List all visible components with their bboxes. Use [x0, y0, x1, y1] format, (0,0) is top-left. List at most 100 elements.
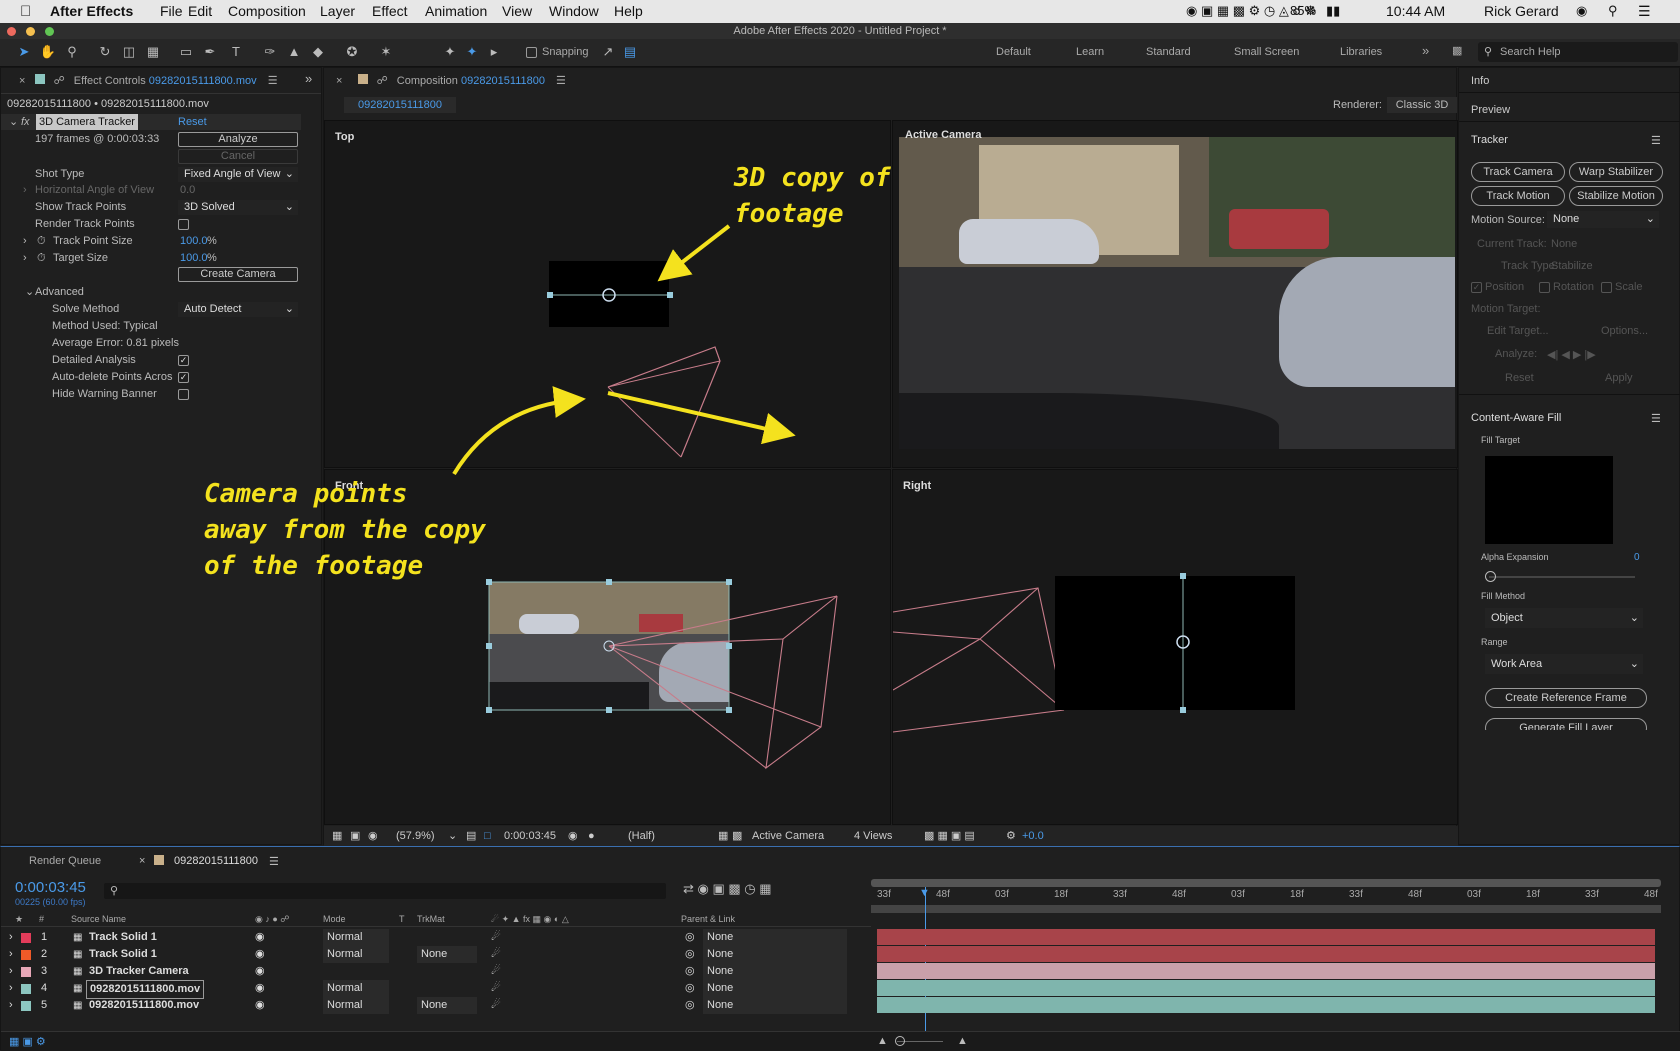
- layer-parent-select[interactable]: None: [703, 980, 847, 997]
- grid-icon[interactable]: ▤: [466, 826, 476, 846]
- axis-world-icon[interactable]: ✦: [462, 42, 482, 62]
- effect-controls-file[interactable]: 09282015111800.mov: [149, 75, 257, 87]
- show-track-points-select[interactable]: 3D Solved ⌄: [178, 200, 298, 215]
- reset-link[interactable]: Reset: [178, 114, 207, 130]
- solve-method-select[interactable]: Auto Detect ⌄: [178, 302, 298, 317]
- layer-trkmat-select[interactable]: None: [417, 946, 477, 963]
- workspace-learn[interactable]: Learn: [1076, 46, 1104, 58]
- layer-duration-bar[interactable]: [877, 997, 1655, 1013]
- active-camera-view[interactable]: Active Camera: [892, 120, 1458, 468]
- timeline-timecode[interactable]: 0:00:03:45: [15, 879, 86, 896]
- eye-icon[interactable]: ◉: [255, 929, 265, 946]
- reset-exposure-icon[interactable]: ⚙: [1006, 826, 1016, 846]
- create-camera-button[interactable]: Create Camera: [178, 267, 298, 282]
- battery-icon[interactable]: ▮▮: [1326, 3, 1340, 19]
- position-checkbox[interactable]: ✓: [1471, 282, 1482, 293]
- layer-parent-select[interactable]: None: [703, 963, 847, 980]
- layer-row[interactable]: › 1 ▦ Track Solid 1 ◉ Normal ☄ ◎ None: [1, 929, 871, 946]
- current-time[interactable]: 0:00:03:45: [504, 826, 556, 846]
- expand-layer-icon[interactable]: ›: [9, 980, 13, 997]
- track-motion-button[interactable]: Track Motion: [1471, 186, 1565, 206]
- workspace-libraries[interactable]: Libraries: [1340, 46, 1382, 58]
- layer-label-color[interactable]: [21, 933, 31, 943]
- shy-icon[interactable]: ☄: [491, 980, 501, 997]
- close-tab-icon[interactable]: ×: [139, 855, 145, 867]
- shy-icon[interactable]: ☄: [491, 997, 501, 1014]
- panel-menu-icon[interactable]: ☰: [269, 855, 279, 868]
- scale-checkbox[interactable]: [1601, 282, 1612, 293]
- eraser-tool-icon[interactable]: ◆: [308, 42, 328, 62]
- layer-duration-bar[interactable]: [877, 980, 1655, 996]
- timeline-search-input[interactable]: ⚲: [104, 883, 666, 899]
- pickwhip-icon[interactable]: ◎: [685, 929, 695, 946]
- toggle-views-icon[interactable]: ▩ ▦ ▣ ▤: [924, 826, 975, 846]
- layer-parent-select[interactable]: None: [703, 997, 847, 1014]
- timeline-switches-icons[interactable]: ⇄ ◉ ▣ ▩ ◷ ▦: [683, 881, 772, 897]
- target-size-value[interactable]: 100.0: [180, 250, 208, 266]
- clock[interactable]: 10:44 AM: [1386, 3, 1445, 19]
- pickwhip-icon[interactable]: ◎: [685, 997, 695, 1014]
- layer-parent-select[interactable]: None: [703, 946, 847, 963]
- layer-row[interactable]: › 2 ▦ Track Solid 1 ◉ Normal None ☄ ◎ None: [1, 946, 871, 963]
- panel-menu-icon[interactable]: ☰: [268, 75, 278, 87]
- user-icon[interactable]: ◉: [1576, 3, 1587, 19]
- close-window-icon[interactable]: [7, 27, 16, 36]
- layer-name[interactable]: Track Solid 1: [89, 929, 157, 946]
- stopwatch-icon[interactable]: ⏱: [37, 250, 46, 266]
- snapping-checkbox[interactable]: [526, 47, 537, 58]
- monitor-icon[interactable]: ▣: [350, 826, 360, 846]
- layer-name[interactable]: 09282015111800.mov: [89, 997, 199, 1014]
- menu-window[interactable]: Window: [549, 3, 599, 19]
- transparency-grid-icon[interactable]: ▦: [718, 826, 728, 846]
- panel-menu-icon[interactable]: ☰: [1651, 412, 1661, 425]
- comp-subtab[interactable]: 09282015111800: [344, 97, 456, 113]
- av-switches-header-icons[interactable]: ◉ ♪ ● ☍: [255, 911, 289, 927]
- selection-tool-icon[interactable]: ➤: [14, 42, 34, 62]
- create-reference-frame-button[interactable]: Create Reference Frame: [1485, 688, 1647, 708]
- alpha-slider-track[interactable]: [1489, 576, 1635, 578]
- effect-name[interactable]: 3D Camera Tracker: [36, 114, 138, 130]
- trkmat-header[interactable]: TrkMat: [417, 911, 445, 927]
- effect-controls-tab[interactable]: × ☍ Effect Controls 09282015111800.mov ☰: [19, 70, 278, 92]
- generate-fill-button[interactable]: Generate Fill Layer: [1485, 718, 1647, 730]
- menu-edit[interactable]: Edit: [188, 3, 212, 19]
- work-area-bar[interactable]: [871, 879, 1661, 887]
- parent-header[interactable]: Parent & Link: [681, 911, 735, 927]
- expand-layer-icon[interactable]: ›: [9, 929, 13, 946]
- timeline-comp-tab[interactable]: 09282015111800: [174, 855, 258, 867]
- close-tab-icon[interactable]: ×: [336, 75, 342, 87]
- panel-menu-icon[interactable]: ☰: [556, 75, 566, 87]
- motion-source-select[interactable]: None ⌄: [1547, 211, 1659, 228]
- work-area-strip[interactable]: [871, 905, 1661, 913]
- brush-tool-icon[interactable]: ✑: [260, 42, 280, 62]
- lock-icon[interactable]: ☍: [377, 75, 388, 87]
- timeline-toggle-icons[interactable]: ▦ ▣ ⚙: [9, 1035, 46, 1048]
- layer-label-color[interactable]: [21, 984, 31, 994]
- layer-mode-select[interactable]: Normal: [323, 980, 389, 997]
- always-preview-icon[interactable]: ▦: [332, 826, 342, 846]
- layer-mode-select[interactable]: Normal: [323, 997, 389, 1014]
- chevron-down-icon[interactable]: ⌄: [448, 826, 457, 846]
- shot-type-select[interactable]: Fixed Angle of View ⌄: [178, 167, 298, 182]
- alpha-expansion-value[interactable]: 0: [1634, 552, 1640, 563]
- rectangle-tool-icon[interactable]: ▭: [176, 42, 196, 62]
- apple-icon[interactable]: : [20, 3, 31, 20]
- hide-warning-checkbox[interactable]: [178, 389, 189, 400]
- spotlight-icon[interactable]: ⚲: [1608, 3, 1618, 19]
- search-help-box[interactable]: ⚲ Search Help: [1478, 42, 1678, 62]
- puppet-pin-icon[interactable]: ✶: [376, 42, 396, 62]
- search-help-input[interactable]: Search Help: [1500, 46, 1561, 58]
- layer-row[interactable]: › 4 ▦ 09282015111800.mov ◉ Normal ☄ ◎ None: [1, 980, 871, 999]
- menu-animation[interactable]: Animation: [425, 3, 487, 19]
- composition-name[interactable]: 09282015111800: [461, 75, 545, 87]
- tracker-panel-title[interactable]: Tracker: [1471, 134, 1508, 146]
- expand-panel-icon[interactable]: »: [305, 71, 312, 86]
- expand-icon[interactable]: ›: [23, 233, 27, 249]
- pickwhip-icon[interactable]: ◎: [685, 963, 695, 980]
- renderer-select[interactable]: Classic 3D: [1387, 97, 1457, 113]
- auto-delete-checkbox[interactable]: ✓: [178, 372, 189, 383]
- axis-view-icon[interactable]: ▸: [484, 42, 504, 62]
- type-tool-icon[interactable]: T: [226, 42, 246, 62]
- workspace-overflow-icon[interactable]: »: [1422, 43, 1429, 58]
- user-name[interactable]: Rick Gerard: [1484, 3, 1559, 19]
